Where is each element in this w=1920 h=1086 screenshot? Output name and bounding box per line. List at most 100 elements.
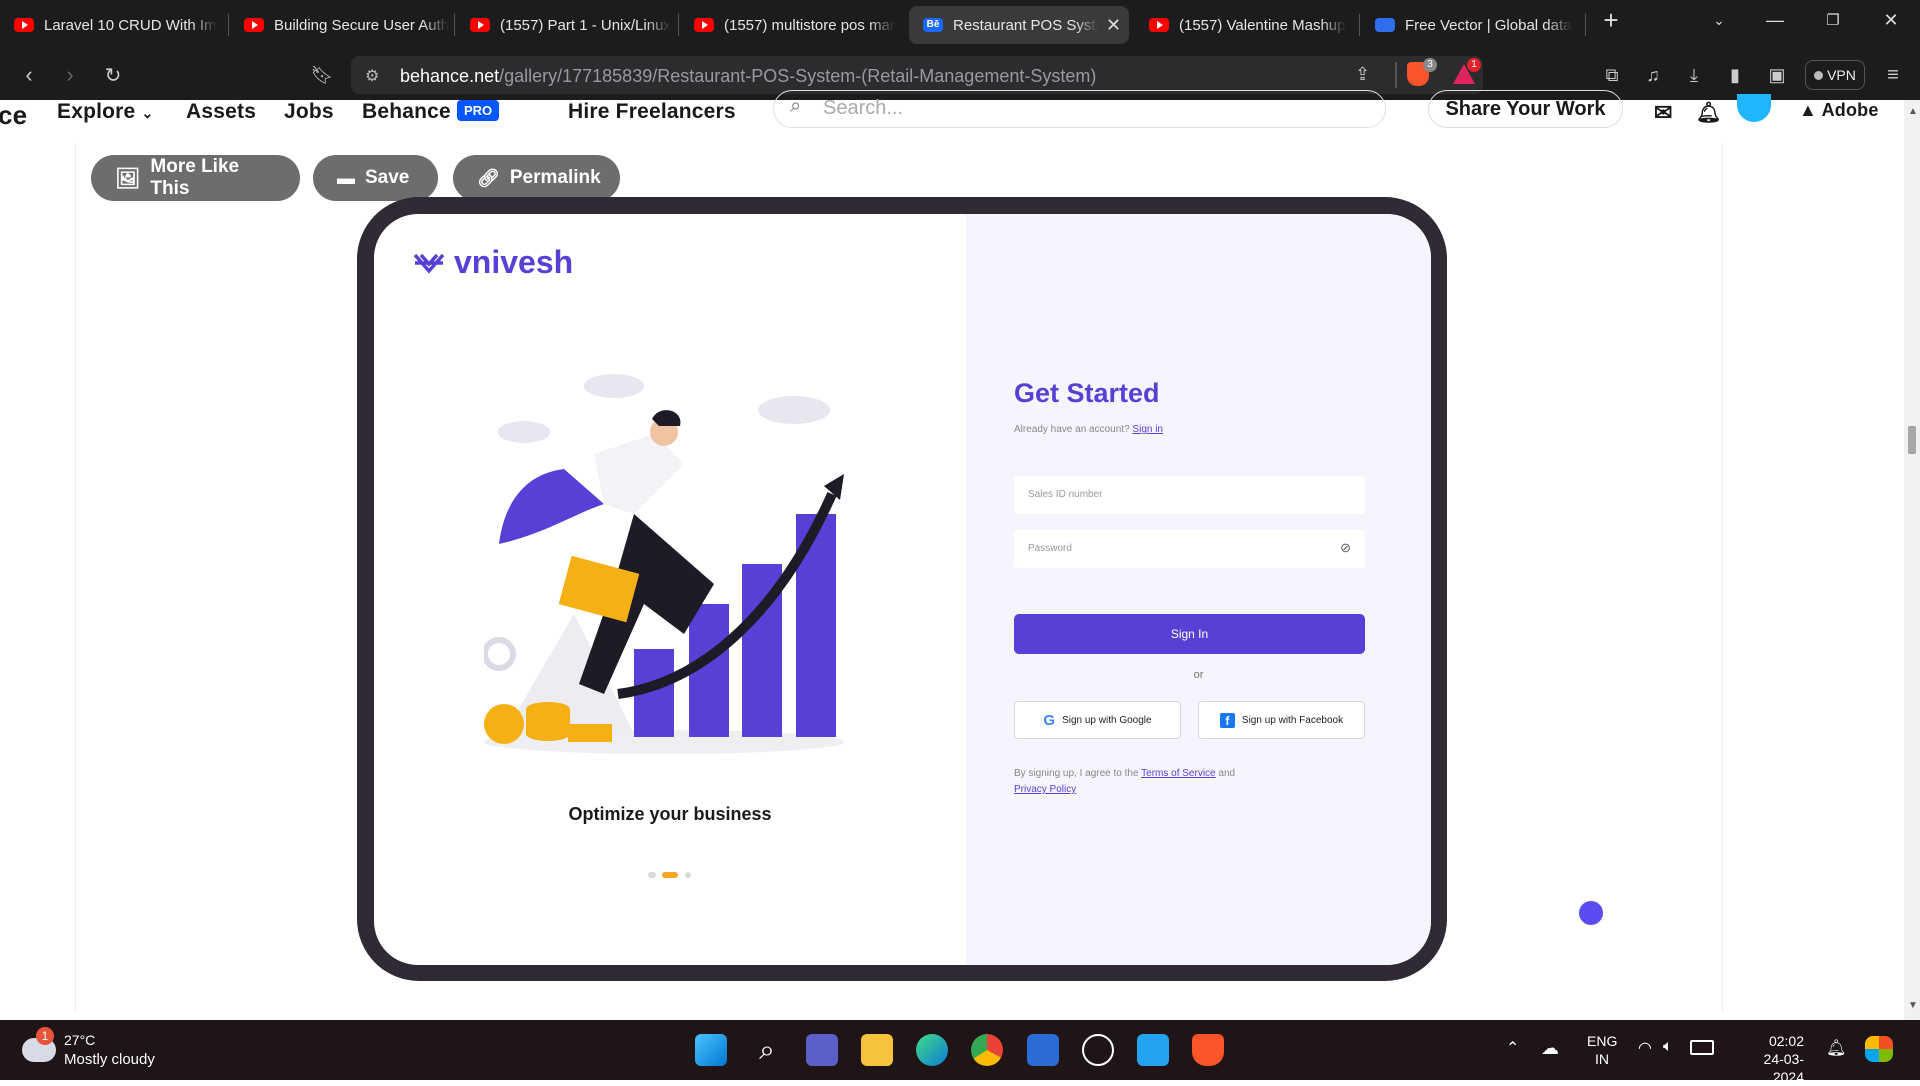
adobe-link[interactable]: ▲ Adobe <box>1799 100 1879 121</box>
show-hidden-icons-chevron-icon[interactable]: ⌃ <box>1506 1038 1519 1058</box>
google-signup-button[interactable]: G Sign up with Google <box>1014 701 1181 739</box>
image-icon: 🖼︎ <box>115 167 141 190</box>
facebook-icon: f <box>1219 712 1235 728</box>
vscode-icon[interactable] <box>1137 1034 1169 1066</box>
site-settings-icon[interactable]: ⚙ <box>365 66 379 86</box>
save-button[interactable]: ▬ Save <box>313 155 438 201</box>
tablet-screen: vnivesh Optimize your business Get Start… <box>374 214 1431 965</box>
onedrive-cloud-icon[interactable]: ☁ <box>1541 1038 1559 1059</box>
new-tab-button[interactable]: + <box>1588 0 1634 40</box>
tab-secure-auth[interactable]: Building Secure User Auth <box>230 6 450 44</box>
tab-laravel-crud[interactable]: Laravel 10 CRUD With Im <box>0 6 225 44</box>
restore-button[interactable]: ❐ <box>1810 0 1856 40</box>
share-your-work-button[interactable]: Share Your Work <box>1428 90 1623 128</box>
notifications-bell-icon[interactable]: 🔔︎ <box>1696 100 1722 125</box>
close-tab-icon[interactable]: ✕ <box>1106 15 1121 36</box>
behance-icon: Bē <box>923 18 943 32</box>
youtube-icon <box>470 18 490 32</box>
battery-icon[interactable] <box>1690 1040 1714 1055</box>
reload-button[interactable]: ↻ <box>100 62 126 88</box>
mail-icon[interactable]: ✉ <box>1654 100 1673 126</box>
tab-unix-linux[interactable]: (1557) Part 1 - Unix/Linux <box>456 6 674 44</box>
tagline: Optimize your business <box>568 804 772 824</box>
share-page-icon[interactable]: ⇪ <box>1355 64 1370 85</box>
menu-icon[interactable]: ≡ <box>1880 62 1906 88</box>
terms-of-service-link[interactable]: Terms of Service <box>1141 768 1215 779</box>
extensions-icon[interactable]: ⧉ <box>1599 62 1625 88</box>
rewards-count-badge: 1 <box>1467 58 1481 72</box>
windows-start-icon[interactable] <box>695 1034 727 1066</box>
wifi-icon[interactable]: ◠ <box>1638 1038 1652 1058</box>
nav-hire-freelancers[interactable]: Hire Freelancers <box>568 100 736 124</box>
nav-explore[interactable]: Explore ⌄ <box>57 100 153 124</box>
search-icon[interactable]: ⌕ <box>751 1034 783 1066</box>
tab-free-vector[interactable]: Free Vector | Global data <box>1361 6 1581 44</box>
search-input[interactable]: ⌕ Search... <box>773 90 1386 128</box>
language-indicator[interactable]: ENG IN <box>1587 1032 1617 1068</box>
bookmark-icon[interactable]: 🔖︎ <box>309 62 335 88</box>
vpn-status-icon <box>1814 70 1824 80</box>
microsoft-store-icon[interactable] <box>1027 1034 1059 1066</box>
sidebar-toggle-icon[interactable]: ▮ <box>1722 62 1748 88</box>
sign-in-button[interactable]: Sign In <box>1014 614 1365 654</box>
tab-restaurant-pos[interactable]: Bē Restaurant POS Syste ✕ <box>909 6 1129 44</box>
pro-badge: PRO <box>457 100 500 121</box>
nav-jobs[interactable]: Jobs <box>284 100 334 124</box>
file-explorer-icon[interactable] <box>861 1034 893 1066</box>
minimize-button[interactable]: — <box>1752 0 1798 40</box>
edge-icon[interactable] <box>916 1034 948 1066</box>
back-button[interactable]: ‹ <box>16 62 42 88</box>
link-icon: 🔗︎ <box>477 167 500 188</box>
scroll-down-arrow-icon[interactable]: ▼ <box>1908 1000 1918 1011</box>
copilot-icon[interactable] <box>1865 1036 1893 1062</box>
close-window-button[interactable]: ✕ <box>1868 0 1914 40</box>
carousel-dot[interactable] <box>685 872 691 878</box>
adobe-logo-icon: ▲ <box>1799 100 1818 120</box>
tab-divider <box>1585 14 1586 36</box>
notification-bell-icon[interactable]: 🔔︎ <box>1826 1038 1846 1058</box>
carousel-dot-active[interactable] <box>662 872 678 878</box>
media-playlist-icon[interactable]: ♫ <box>1640 62 1666 88</box>
behance-logo[interactable]: ce <box>0 100 27 131</box>
scrollbar-thumb[interactable] <box>1908 426 1916 454</box>
volume-icon[interactable]: 🔈︎ <box>1663 1038 1673 1056</box>
tab-valentine-mashup[interactable]: (1557) Valentine Mashup <box>1135 6 1355 44</box>
content-border-left <box>75 143 76 1013</box>
windows-taskbar <box>0 1020 1920 1080</box>
vnivesh-logo-icon <box>413 253 445 274</box>
facebook-signup-button[interactable]: f Sign up with Facebook <box>1198 701 1365 739</box>
privacy-policy-link[interactable]: Privacy Policy <box>1014 784 1076 795</box>
clock[interactable]: 02:02 24-03-2024 <box>1740 1032 1804 1086</box>
more-like-this-button[interactable]: 🖼︎ More Like This <box>91 155 300 201</box>
avatar[interactable] <box>1737 94 1771 122</box>
chrome-icon[interactable] <box>971 1034 1003 1066</box>
forward-button[interactable]: › <box>57 62 83 88</box>
youtube-icon <box>14 18 34 32</box>
youtube-icon <box>1149 18 1169 32</box>
tab-search-chevron-icon[interactable]: ⌄ <box>1696 0 1742 40</box>
permalink-button[interactable]: 🔗︎ Permalink <box>453 155 620 201</box>
tab-multistore-pos[interactable]: (1557) multistore pos mar <box>680 6 898 44</box>
teams-icon[interactable] <box>806 1034 838 1066</box>
page-scrollbar[interactable]: ▲ ▼ <box>1904 100 1920 1020</box>
signin-panel: Get Started Already have an account? Sig… <box>966 214 1431 965</box>
nav-assets[interactable]: Assets <box>186 100 256 124</box>
dell-icon[interactable] <box>1082 1034 1114 1066</box>
tab-divider <box>1359 14 1360 36</box>
wallet-icon[interactable]: ▣ <box>1764 62 1790 88</box>
weather-description[interactable]: Mostly cloudy <box>64 1051 155 1068</box>
url-text[interactable]: behance.net/gallery/177185839/Restaurant… <box>400 66 1096 87</box>
nav-behance-pro[interactable]: Behance <box>362 100 451 124</box>
weather-temperature[interactable]: 27°C <box>64 1032 95 1048</box>
password-field[interactable]: Password ⊘ <box>1014 530 1365 568</box>
address-bar[interactable]: ⚙ behance.net/gallery/177185839/Restaura… <box>351 56 1483 94</box>
carousel-dot[interactable] <box>648 872 656 878</box>
eye-off-icon[interactable]: ⊘ <box>1340 540 1351 556</box>
vpn-button[interactable]: VPN <box>1805 60 1865 90</box>
sales-id-field[interactable]: Sales ID number <box>1014 476 1365 514</box>
downloads-icon[interactable]: ⤓ <box>1681 62 1707 88</box>
scroll-up-arrow-icon[interactable]: ▲ <box>1908 106 1918 117</box>
sign-in-link[interactable]: Sign in <box>1132 424 1163 435</box>
brave-browser-icon[interactable] <box>1192 1034 1224 1066</box>
youtube-icon <box>694 18 714 32</box>
